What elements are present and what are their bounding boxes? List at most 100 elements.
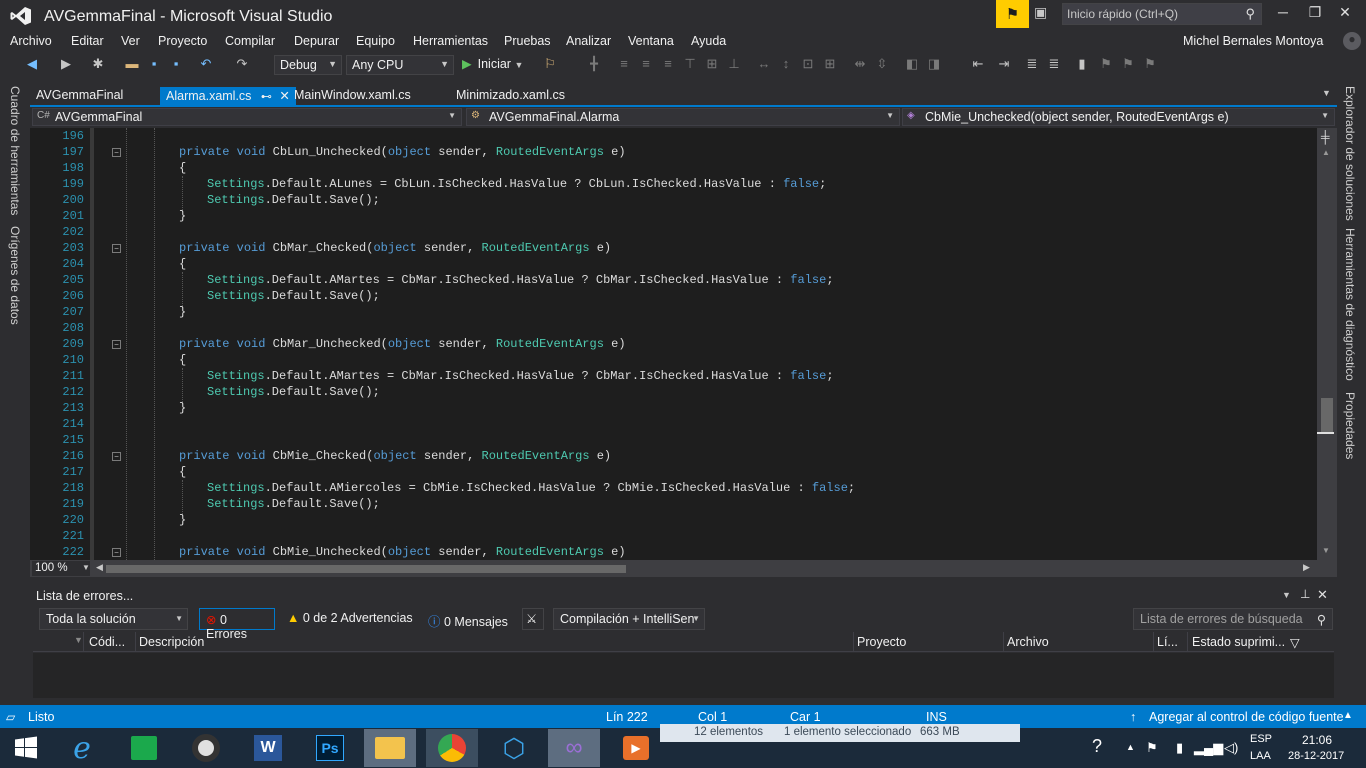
col-line[interactable]: Lí... bbox=[1157, 635, 1178, 649]
vertical-scroll-thumb[interactable] bbox=[1321, 398, 1333, 434]
action-center-flag-icon[interactable]: ⚑ bbox=[1146, 740, 1158, 756]
new-project-icon[interactable]: ✱ bbox=[90, 56, 106, 72]
back-icon[interactable]: ◀ bbox=[24, 56, 40, 72]
diagnostic-tools-tab[interactable]: Herramientas de diagnóstico bbox=[1343, 228, 1357, 381]
error-grid-body[interactable] bbox=[33, 653, 1334, 698]
bookmark-icon[interactable]: ▮ bbox=[1074, 56, 1090, 72]
keyboard-layout[interactable]: LAA bbox=[1250, 750, 1271, 762]
word-app[interactable]: W bbox=[242, 729, 294, 767]
undo-icon[interactable]: ↶ bbox=[198, 56, 214, 72]
user-avatar-icon[interactable]: ● bbox=[1343, 32, 1361, 50]
menu-herramientas[interactable]: Herramientas bbox=[413, 34, 488, 48]
messages-filter-button[interactable]: ⓘ 0 Mensajes bbox=[422, 608, 514, 630]
indent-icon[interactable]: ≣ bbox=[1046, 56, 1062, 72]
media-app[interactable]: ▶ bbox=[610, 729, 662, 767]
store-app[interactable] bbox=[118, 729, 170, 767]
menu-ver[interactable]: Ver bbox=[121, 34, 140, 48]
pin-panel-icon[interactable]: ⊥ bbox=[1300, 587, 1310, 601]
blend-app[interactable]: ⬡ bbox=[488, 729, 540, 767]
close-tab-icon[interactable]: ✕ bbox=[279, 89, 289, 103]
scroll-up-icon[interactable]: ▲ bbox=[1322, 148, 1330, 157]
col-project[interactable]: Proyecto bbox=[857, 635, 906, 649]
code-line[interactable]: Settings.Default.Save(); bbox=[207, 497, 380, 511]
collapse-icon[interactable]: − bbox=[112, 148, 121, 157]
close-button[interactable]: ✕ bbox=[1330, 4, 1360, 26]
battery-icon[interactable]: ▮ bbox=[1176, 740, 1183, 756]
scroll-left-icon[interactable]: ◀ bbox=[96, 562, 103, 573]
tab-alarma-xaml-cs[interactable]: Alarma.xaml.cs ⊷ ✕ bbox=[160, 87, 296, 105]
horizontal-scroll-thumb[interactable] bbox=[106, 565, 626, 573]
code-line[interactable]: } bbox=[179, 513, 186, 527]
code-line[interactable]: { bbox=[179, 465, 186, 479]
code-line[interactable]: Settings.Default.Save(); bbox=[207, 193, 380, 207]
tab-overflow-icon[interactable]: ▼ bbox=[1322, 88, 1331, 98]
code-line[interactable]: Settings.Default.AMiercoles = CbMie.IsCh… bbox=[207, 481, 855, 495]
code-line[interactable]: } bbox=[179, 401, 186, 415]
solution-explorer-tab[interactable]: Explorador de soluciones bbox=[1343, 86, 1357, 221]
editor-vertical-scrollbar[interactable]: ╪ ▲ ▼ bbox=[1317, 128, 1337, 560]
clock-time[interactable]: 21:06 bbox=[1302, 733, 1332, 747]
code-line[interactable]: private void CbMie_Unchecked(object send… bbox=[179, 545, 626, 559]
code-line[interactable]: { bbox=[179, 353, 186, 367]
scope-select[interactable]: Toda la solución ▼ bbox=[39, 608, 188, 630]
tab-avgemmafinal[interactable]: AVGemmaFinal bbox=[36, 88, 123, 102]
code-line[interactable]: private void CbMar_Checked(object sender… bbox=[179, 241, 611, 255]
notifications-flag-icon[interactable]: ⚑ bbox=[996, 0, 1029, 28]
clock-date[interactable]: 28-12-2017 bbox=[1288, 750, 1344, 762]
input-language[interactable]: ESP bbox=[1250, 733, 1272, 745]
save-icon[interactable]: ▪ bbox=[146, 56, 162, 72]
user-name[interactable]: Michel Bernales Montoya bbox=[1183, 34, 1323, 48]
visual-studio-app[interactable]: ∞ bbox=[548, 729, 600, 767]
help-icon[interactable]: ? bbox=[1092, 736, 1102, 757]
code-line[interactable]: { bbox=[179, 257, 186, 271]
wifi-icon[interactable]: ▂▄▆ bbox=[1194, 740, 1223, 756]
chrome-app[interactable] bbox=[426, 729, 478, 767]
toolbox-tab[interactable]: Cuadro de herramientas bbox=[8, 86, 22, 215]
configuration-select[interactable]: Debug ▼ bbox=[274, 55, 342, 75]
start-debug-button[interactable]: ▶ Iniciar ▼ bbox=[462, 56, 523, 71]
menu-ventana[interactable]: Ventana bbox=[628, 34, 674, 48]
project-dropdown[interactable]: C# AVGemmaFinal ▼ bbox=[32, 108, 462, 126]
maximize-button[interactable]: ❐ bbox=[1300, 4, 1330, 26]
minimize-button[interactable]: ─ bbox=[1268, 4, 1298, 26]
class-dropdown[interactable]: ⚙ AVGemmaFinal.Alarma ▼ bbox=[466, 108, 900, 126]
zoom-select[interactable]: 100 % ▼ bbox=[32, 561, 90, 576]
collapse-icon[interactable]: − bbox=[112, 244, 121, 253]
menu-pruebas[interactable]: Pruebas bbox=[504, 34, 551, 48]
errors-filter-button[interactable]: ⊗ 0 Errores bbox=[199, 608, 275, 641]
member-dropdown[interactable]: ◈ CbMie_Unchecked(object sender, RoutedEv… bbox=[902, 108, 1335, 126]
error-search-input[interactable]: Lista de errores de búsqueda ⚲ bbox=[1133, 608, 1333, 630]
code-line[interactable]: } bbox=[179, 305, 186, 319]
collapse-icon[interactable]: − bbox=[112, 548, 121, 557]
split-icon[interactable]: ╪ bbox=[1321, 130, 1330, 144]
col-code[interactable]: Códi... bbox=[89, 635, 125, 649]
collapse-icon[interactable]: − bbox=[112, 340, 121, 349]
code-line[interactable]: } bbox=[179, 209, 186, 223]
menu-editar[interactable]: Editar bbox=[71, 34, 104, 48]
code-line[interactable]: private void CbMar_Unchecked(object send… bbox=[179, 337, 626, 351]
code-line[interactable]: private void CbMie_Checked(object sender… bbox=[179, 449, 611, 463]
comment-icon[interactable]: ⇤ bbox=[970, 56, 986, 72]
camera-app[interactable] bbox=[180, 729, 232, 767]
tab-mainwindow-xaml-cs[interactable]: MainWindow.xaml.cs bbox=[294, 88, 411, 102]
redo-icon[interactable]: ↷ bbox=[234, 56, 250, 72]
code-line[interactable]: Settings.Default.Save(); bbox=[207, 385, 380, 399]
open-file-icon[interactable]: ▬ bbox=[124, 56, 140, 72]
chevron-up-icon[interactable]: ▲ bbox=[1343, 710, 1353, 721]
properties-tab[interactable]: Propiedades bbox=[1343, 392, 1357, 459]
menu-compilar[interactable]: Compilar bbox=[225, 34, 275, 48]
forward-icon[interactable]: ▶ bbox=[58, 56, 74, 72]
menu-equipo[interactable]: Equipo bbox=[356, 34, 395, 48]
menu-analizar[interactable]: Analizar bbox=[566, 34, 611, 48]
quick-launch-input[interactable]: Inicio rápido (Ctrl+Q) ⚲ bbox=[1062, 3, 1262, 25]
code-line[interactable]: Settings.Default.AMartes = CbMar.IsCheck… bbox=[207, 273, 834, 287]
menu-ayuda[interactable]: Ayuda bbox=[691, 34, 726, 48]
scroll-right-icon[interactable]: ▶ bbox=[1303, 562, 1310, 573]
photoshop-app[interactable]: Ps bbox=[304, 729, 356, 767]
col-description[interactable]: Descripción bbox=[139, 635, 204, 649]
filter-icon[interactable]: ▽ bbox=[1290, 635, 1300, 650]
collapse-icon[interactable]: − bbox=[112, 452, 121, 461]
code-line[interactable]: Settings.Default.AMartes = CbMar.IsCheck… bbox=[207, 369, 834, 383]
feedback-icon[interactable]: ▣ bbox=[1034, 4, 1056, 24]
platform-select[interactable]: Any CPU ▼ bbox=[346, 55, 454, 75]
